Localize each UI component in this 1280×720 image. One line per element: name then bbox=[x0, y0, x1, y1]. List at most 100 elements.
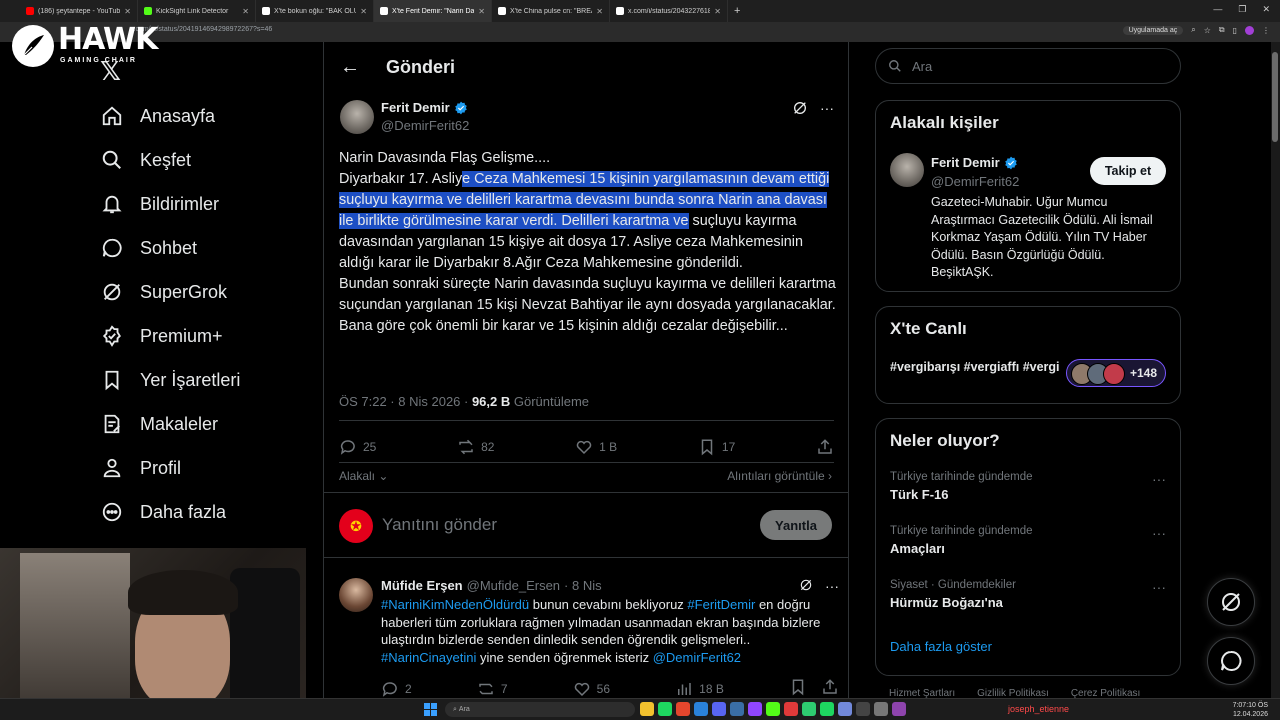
person-handle[interactable]: @DemirFerit62 bbox=[931, 174, 1019, 189]
avatar[interactable]: ✪ bbox=[339, 509, 373, 543]
extension-icon[interactable]: ⧉ bbox=[1219, 25, 1225, 35]
reply-submit-button[interactable]: Yanıtla bbox=[760, 510, 832, 540]
messages-fab-button[interactable] bbox=[1207, 637, 1255, 685]
profile-avatar[interactable] bbox=[1245, 25, 1254, 35]
bookmark-icon[interactable] bbox=[789, 678, 807, 699]
scrollbar-thumb[interactable] bbox=[1272, 52, 1278, 142]
post-time[interactable]: ÖS 7:22 · 8 Nis 2026 · bbox=[339, 394, 472, 409]
person-name[interactable]: Ferit Demir bbox=[931, 155, 1000, 170]
browser-tab[interactable]: KickSight Link Detector ✕ bbox=[138, 0, 256, 22]
more-options-icon[interactable]: ··· bbox=[820, 100, 834, 119]
search-input[interactable]: Ara bbox=[875, 48, 1181, 84]
repost-button[interactable]: 7 bbox=[477, 678, 508, 699]
share-icon[interactable] bbox=[821, 678, 839, 699]
author-name[interactable]: Ferit Demir bbox=[381, 100, 450, 115]
bookmark-button[interactable]: 17 bbox=[698, 438, 735, 456]
edge-icon[interactable] bbox=[694, 702, 708, 716]
back-arrow-icon[interactable]: ← bbox=[340, 56, 360, 79]
obs-icon[interactable] bbox=[856, 702, 870, 716]
trend-item[interactable]: Türkiye tarihinde gündemde Türk F-16 ··· bbox=[890, 471, 1166, 502]
avatar[interactable] bbox=[339, 578, 373, 612]
browser-tab-active[interactable]: X'te Ferit Demir: "Narin Davası✕ bbox=[374, 0, 492, 22]
grok-fab-button[interactable] bbox=[1207, 578, 1255, 626]
sidebar-item-explore[interactable]: Keşfet bbox=[100, 138, 240, 182]
chrome-icon[interactable] bbox=[676, 702, 690, 716]
show-more-link[interactable]: Daha fazla göster bbox=[890, 639, 992, 654]
grok-icon[interactable] bbox=[799, 578, 813, 595]
browser-tab[interactable]: x.com/i/status/204322761853✕ bbox=[610, 0, 728, 22]
sidebar-item-supergrok[interactable]: SuperGrok bbox=[100, 270, 240, 314]
live-hashtags[interactable]: #vergibarışı #vergiaffı #vergi bbox=[890, 359, 1060, 376]
close-icon[interactable]: ✕ bbox=[596, 7, 603, 16]
more-options-icon[interactable]: ··· bbox=[825, 578, 839, 595]
hashtag-link[interactable]: #FeritDemir bbox=[687, 597, 755, 612]
reply-author-name[interactable]: Müfide Erşen bbox=[381, 578, 463, 593]
more-options-icon[interactable]: ··· bbox=[1152, 525, 1166, 541]
close-icon[interactable]: ✕ bbox=[360, 7, 367, 16]
sidebar-item-home[interactable]: Anasayfa bbox=[100, 94, 240, 138]
follow-button[interactable]: Takip et bbox=[1090, 157, 1166, 185]
author-handle[interactable]: @DemirFerit62 bbox=[381, 118, 469, 133]
reply-author-handle[interactable]: @Mufide_Ersen bbox=[467, 578, 560, 593]
browser-tab[interactable]: (186) şeytantepe - YouTube ✕ bbox=[20, 0, 138, 22]
taskbar-search-input[interactable]: ⌕ Ara bbox=[445, 702, 635, 717]
like-button[interactable]: 1 B bbox=[575, 438, 617, 456]
sidebar-item-more[interactable]: Daha fazla bbox=[100, 490, 240, 534]
hashtag-link[interactable]: #NarinCinayetini bbox=[381, 650, 476, 665]
browser-tab[interactable]: X'te bokun oğlu: "BAK ÖLÜYOR✕ bbox=[256, 0, 374, 22]
close-window-icon[interactable]: ✕ bbox=[1262, 4, 1270, 15]
app-icon[interactable] bbox=[838, 702, 852, 716]
live-participants-button[interactable]: +148 bbox=[1066, 359, 1166, 387]
close-icon[interactable]: ✕ bbox=[242, 7, 249, 16]
discord-icon[interactable] bbox=[712, 702, 726, 716]
maximize-icon[interactable]: ❐ bbox=[1238, 4, 1246, 15]
reply-button[interactable]: 2 bbox=[381, 678, 412, 699]
spotify-icon[interactable] bbox=[658, 702, 672, 716]
app-icon[interactable] bbox=[874, 702, 888, 716]
views-button[interactable]: 18 B bbox=[675, 678, 724, 699]
trend-item[interactable]: Türkiye tarihinde gündemde Amaçları ··· bbox=[890, 525, 1166, 556]
sidebar-item-articles[interactable]: Makaleler bbox=[100, 402, 240, 446]
close-icon[interactable]: ✕ bbox=[478, 7, 485, 16]
menu-icon[interactable]: ⋮ bbox=[1262, 26, 1270, 35]
sidebar-item-premium[interactable]: Premium+ bbox=[100, 314, 240, 358]
app-icon[interactable] bbox=[802, 702, 816, 716]
scrollbar[interactable] bbox=[1271, 42, 1280, 702]
minimize-icon[interactable]: — bbox=[1213, 4, 1222, 15]
mention-link[interactable]: @DemirFerit62 bbox=[653, 650, 741, 665]
reply-date[interactable]: · 8 Nis bbox=[564, 578, 602, 593]
open-in-app-button[interactable]: Uygulamada aç bbox=[1122, 25, 1184, 35]
reply-button[interactable]: 25 bbox=[339, 438, 376, 456]
app-icon[interactable] bbox=[820, 702, 834, 716]
avatar[interactable] bbox=[340, 100, 374, 134]
repost-button[interactable]: 82 bbox=[457, 438, 494, 456]
sidebar-item-bookmarks[interactable]: Yer İşaretleri bbox=[100, 358, 240, 402]
sort-dropdown[interactable]: Alakalı ⌄ bbox=[339, 469, 388, 483]
view-quotes-link[interactable]: Alıntıları görüntüle › bbox=[727, 469, 832, 483]
app-icon[interactable] bbox=[892, 702, 906, 716]
file-explorer-icon[interactable] bbox=[640, 702, 654, 716]
sidebar-item-profile[interactable]: Profil bbox=[100, 446, 240, 490]
sidebar-item-notifications[interactable]: Bildirimler bbox=[100, 182, 240, 226]
close-icon[interactable]: ✕ bbox=[124, 7, 131, 16]
app-icon[interactable] bbox=[784, 702, 798, 716]
trend-item[interactable]: Siyaset · Gündemdekiler Hürmüz Boğazı'na… bbox=[890, 579, 1166, 610]
zoom-icon[interactable]: ⌕ bbox=[1191, 25, 1195, 35]
twitch-icon[interactable] bbox=[748, 702, 762, 716]
sidebar-item-chat[interactable]: Sohbet bbox=[100, 226, 240, 270]
share-button[interactable] bbox=[816, 438, 834, 456]
more-options-icon[interactable]: ··· bbox=[1152, 579, 1166, 595]
like-button[interactable]: 56 bbox=[573, 678, 610, 699]
windows-start-icon[interactable] bbox=[424, 703, 437, 716]
new-tab-button[interactable]: + bbox=[734, 5, 740, 17]
clock[interactable]: 7:07:10 ÖS 12.04.2026 bbox=[1233, 701, 1268, 719]
close-icon[interactable]: ✕ bbox=[714, 7, 721, 16]
star-icon[interactable]: ☆ bbox=[1204, 26, 1211, 35]
sidebar-icon[interactable]: ▯ bbox=[1233, 26, 1237, 35]
steam-icon[interactable] bbox=[730, 702, 744, 716]
reply-input[interactable]: Yanıtını gönder bbox=[382, 515, 497, 535]
browser-tab[interactable]: X'te China pulse cn: "BREAKING✕ bbox=[492, 0, 610, 22]
grok-icon[interactable] bbox=[792, 100, 808, 119]
avatar[interactable] bbox=[890, 153, 924, 187]
hashtag-link[interactable]: #NariniKimNedenÖldürdü bbox=[381, 597, 529, 612]
